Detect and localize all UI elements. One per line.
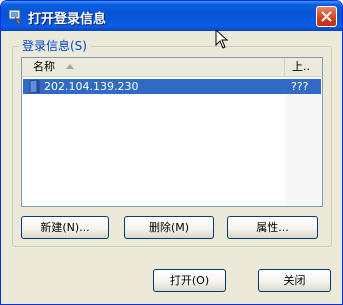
app-icon	[7, 8, 23, 24]
delete-button[interactable]: 删除(M)	[124, 216, 214, 239]
column-name-label: 名称	[33, 60, 55, 73]
sort-ascending-icon	[66, 64, 74, 69]
list-header: 名称 上..	[22, 58, 322, 77]
column-header-name[interactable]: 名称	[22, 58, 285, 76]
sorted-column-background	[285, 77, 322, 206]
row-name: 202.104.139.230	[44, 80, 139, 93]
server-icon	[27, 79, 41, 94]
login-list[interactable]: 名称 上.. 202.104.139.230 ???	[21, 57, 323, 207]
properties-button[interactable]: 属性...	[227, 216, 318, 239]
new-button[interactable]: 新建(N)...	[21, 216, 109, 239]
row-upload: ???	[291, 80, 309, 93]
dialog-window: 打开登录信息 登录信息(S) 名称 上.. 202.104.139.230 ??…	[0, 0, 343, 305]
close-window-button[interactable]	[316, 6, 337, 27]
list-item[interactable]: 202.104.139.230 ???	[23, 79, 321, 94]
open-button[interactable]: 打开(O)	[153, 269, 226, 292]
column-header-upload[interactable]: 上..	[285, 58, 322, 76]
window-title: 打开登录信息	[28, 12, 107, 27]
title-bar[interactable]: 打开登录信息	[1, 1, 342, 31]
close-icon	[321, 11, 332, 22]
close-button[interactable]: 关闭	[258, 269, 331, 292]
mouse-cursor-icon	[215, 29, 229, 49]
column-upload-label: 上..	[292, 60, 310, 73]
group-label: 登录信息(S)	[19, 37, 90, 54]
